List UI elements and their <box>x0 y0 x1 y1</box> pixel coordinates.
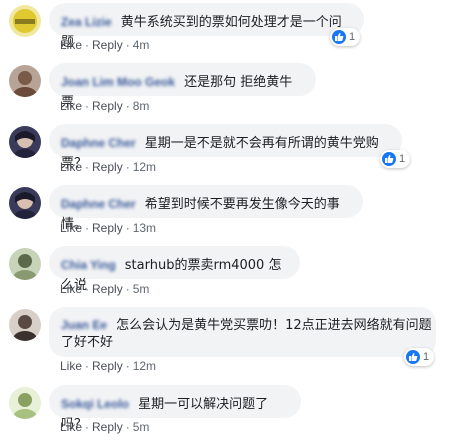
like-link[interactable]: Like <box>60 99 82 113</box>
comment-bubble: Sokqi Leolo 星期一可以解决问题了吗？ <box>49 385 301 432</box>
reply-link[interactable]: Reply <box>92 420 123 434</box>
separator: · <box>125 99 130 113</box>
comment-bubble: Joan Lim Moo Geok 还是那句 拒绝黄牛票 <box>49 63 316 110</box>
reaction-count[interactable]: 1 <box>404 348 435 366</box>
reaction-number: 1 <box>399 153 406 165</box>
separator: · <box>125 282 130 296</box>
avatar[interactable] <box>9 5 41 37</box>
timestamp[interactable]: 13m <box>133 221 156 235</box>
comment-bubble: Chia Ying starhub的票卖rm4000 怎么说 <box>49 246 300 293</box>
comment-author[interactable]: Chia Ying <box>61 258 116 272</box>
separator: · <box>125 359 130 373</box>
like-link[interactable]: Like <box>60 221 82 235</box>
comment-author[interactable]: Daphne Cher <box>61 136 136 150</box>
reply-link[interactable]: Reply <box>92 282 123 296</box>
comment-author[interactable]: Zea Lizie <box>61 15 112 29</box>
separator: · <box>85 359 90 373</box>
thumbs-up-icon <box>406 350 420 364</box>
comment-author[interactable]: Juan Ee <box>61 318 107 332</box>
avatar[interactable] <box>9 387 41 419</box>
like-link[interactable]: Like <box>60 359 82 373</box>
reply-link[interactable]: Reply <box>92 359 123 373</box>
reaction-number: 1 <box>349 31 356 43</box>
comment-text-continued: 了好不好 <box>61 335 114 350</box>
comment-author[interactable]: Sokqi Leolo <box>61 397 129 411</box>
like-link[interactable]: Like <box>60 160 82 174</box>
separator: · <box>125 420 130 434</box>
separator: · <box>85 221 90 235</box>
timestamp[interactable]: 5m <box>133 420 150 434</box>
reply-link[interactable]: Reply <box>92 38 123 52</box>
comment-actions: Like · Reply · 12m <box>60 359 156 373</box>
comment-bubble: Daphne Cher 星期一是不是就不会再有所谓的黄牛党购票？ <box>49 124 402 171</box>
comment-actions: Like · Reply · 12m <box>60 160 156 174</box>
reaction-count[interactable]: 1 <box>380 150 411 168</box>
separator: · <box>125 160 130 174</box>
avatar[interactable] <box>9 187 41 219</box>
avatar[interactable] <box>9 65 41 97</box>
comment-author[interactable]: Daphne Cher <box>61 197 136 211</box>
separator: · <box>125 221 130 235</box>
separator: · <box>85 282 90 296</box>
comment-actions: Like · Reply · 5m <box>60 282 149 296</box>
like-link[interactable]: Like <box>60 38 82 52</box>
reaction-count[interactable]: 1 <box>330 28 361 46</box>
reply-link[interactable]: Reply <box>92 221 123 235</box>
comment-bubble: Daphne Cher 希望到时候不要再发生像今天的事情。 <box>49 185 363 232</box>
timestamp[interactable]: 8m <box>133 99 150 113</box>
thumbs-up-icon <box>332 30 346 44</box>
comment-actions: Like · Reply · 13m <box>60 221 156 235</box>
timestamp[interactable]: 4m <box>133 38 150 52</box>
avatar[interactable] <box>9 248 41 280</box>
comment-actions: Like · Reply · 4m <box>60 38 149 52</box>
comment-actions: Like · Reply · 5m <box>60 420 149 434</box>
timestamp[interactable]: 5m <box>133 282 150 296</box>
comment-text: 怎么会认为是黄牛党买票叻！12点正进去网络就有问题 <box>116 318 432 333</box>
thumbs-up-icon <box>382 152 396 166</box>
like-link[interactable]: Like <box>60 282 82 296</box>
separator: · <box>85 38 90 52</box>
reply-link[interactable]: Reply <box>92 99 123 113</box>
comment-actions: Like · Reply · 8m <box>60 99 149 113</box>
avatar[interactable] <box>9 126 41 158</box>
separator: · <box>125 38 130 52</box>
separator: · <box>85 99 90 113</box>
comment-author[interactable]: Joan Lim Moo Geok <box>61 75 175 89</box>
avatar[interactable] <box>9 309 41 341</box>
timestamp[interactable]: 12m <box>133 359 156 373</box>
reaction-number: 1 <box>423 351 430 363</box>
timestamp[interactable]: 12m <box>133 160 156 174</box>
reply-link[interactable]: Reply <box>92 160 123 174</box>
comment-bubble: Juan Ee 怎么会认为是黄牛党买票叻！12点正进去网络就有问题 了好不好 <box>49 307 436 357</box>
like-link[interactable]: Like <box>60 420 82 434</box>
separator: · <box>85 160 90 174</box>
separator: · <box>85 420 90 434</box>
comment-bubble: Zea Lizie 黄牛系统买到的票如何处理才是一个问题 <box>49 3 364 50</box>
